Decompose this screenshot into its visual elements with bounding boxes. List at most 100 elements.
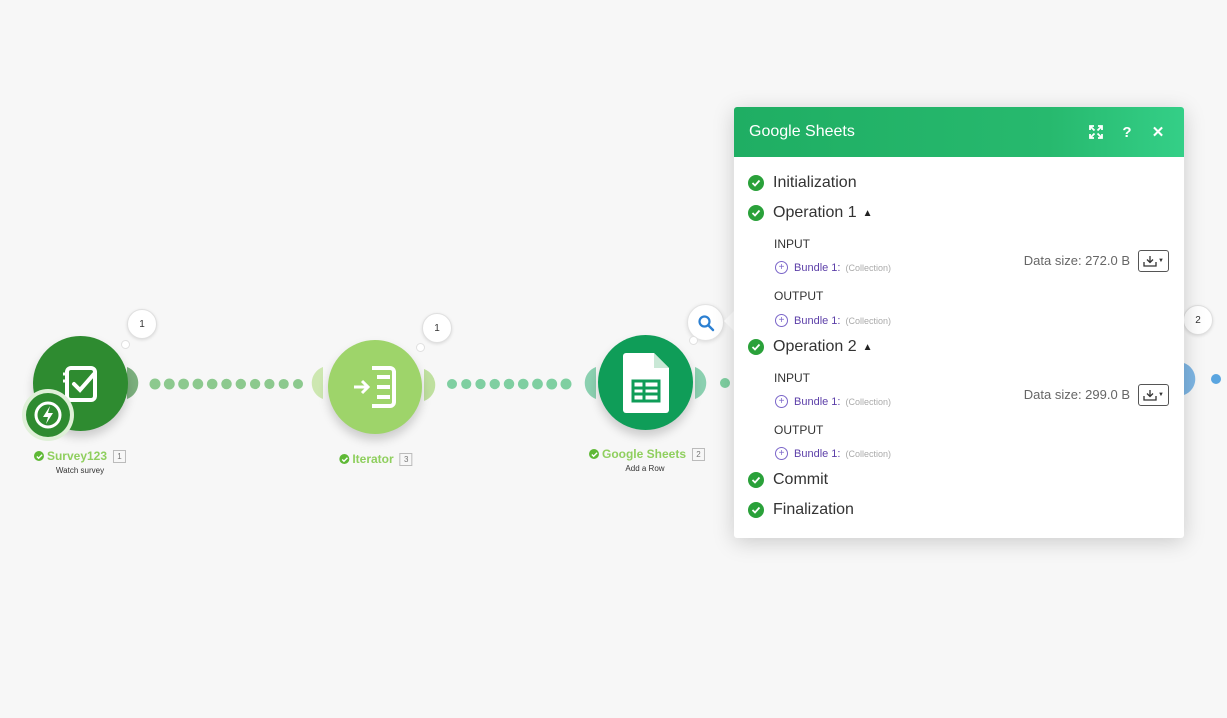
- caret-up-icon[interactable]: ▲: [863, 342, 873, 353]
- input-label: INPUT: [774, 371, 810, 385]
- next-op-count-badge[interactable]: 2: [1183, 305, 1213, 335]
- check-icon: [748, 472, 764, 488]
- close-icon[interactable]: ✕: [1147, 121, 1169, 143]
- finalization-label: Finalization: [773, 501, 854, 518]
- execution-inspector-panel: Google Sheets ? ✕ Initialization Operati…: [734, 107, 1184, 538]
- link-survey-iterator: [149, 378, 303, 390]
- status-ok-icon: [339, 454, 350, 464]
- expand-plus-icon[interactable]: +: [775, 314, 788, 327]
- operation-label: Operation 2: [773, 338, 857, 355]
- op-count: 1: [139, 318, 145, 330]
- expand-icon[interactable]: [1085, 121, 1107, 143]
- next-link-dot: [1211, 374, 1221, 384]
- sheets-output-ear: [695, 367, 707, 399]
- panel-header: Google Sheets ? ✕: [734, 107, 1184, 157]
- module-id: 2: [692, 447, 706, 461]
- operation-2-input-bundle[interactable]: + Bundle 1: (Collection): [775, 395, 891, 408]
- help-icon[interactable]: ?: [1116, 121, 1138, 143]
- expand-plus-icon[interactable]: +: [775, 447, 788, 460]
- link-dot: [149, 378, 161, 390]
- operation-1-download-button[interactable]: ▼: [1138, 250, 1169, 272]
- link-dot: [293, 379, 303, 389]
- status-ok-icon: [33, 451, 44, 461]
- survey-output-ear: [127, 367, 139, 399]
- link-dot: [532, 378, 543, 390]
- link-dot: [206, 378, 218, 390]
- operation-2-output-bundle[interactable]: + Bundle 1: (Collection): [775, 447, 891, 460]
- chevron-down-icon: ▼: [1158, 392, 1164, 398]
- google-sheets-module[interactable]: [598, 335, 693, 430]
- operation-2-download-button[interactable]: ▼: [1138, 384, 1169, 406]
- link-dot: [461, 378, 472, 390]
- iterator-op-count-badge[interactable]: 1: [422, 313, 452, 343]
- iterator-input-ear: [311, 367, 323, 399]
- link-dot: [221, 378, 232, 390]
- survey123-subtitle: Watch survey: [55, 466, 105, 475]
- operation-label: Operation 1: [773, 204, 857, 221]
- link-dot: [235, 378, 246, 390]
- iterator-label: Iterator 3: [339, 452, 413, 466]
- link-dot: [517, 378, 529, 390]
- bundle-name: Bundle 1:: [794, 395, 841, 408]
- commit-row: Commit: [748, 471, 828, 489]
- iterator-module[interactable]: [328, 340, 422, 434]
- link-dot: [264, 378, 275, 390]
- link-sheets-next: [720, 378, 730, 388]
- expand-plus-icon[interactable]: +: [775, 395, 788, 408]
- operation-2-row[interactable]: Operation 2 ▲: [748, 338, 873, 356]
- module-id: 1: [113, 449, 127, 463]
- badge-tail: [416, 343, 425, 352]
- module-id: 3: [399, 452, 413, 466]
- next-module-ear: [1184, 363, 1196, 395]
- check-icon: [748, 339, 764, 355]
- link-dot: [249, 378, 261, 390]
- op-count: 2: [1195, 314, 1201, 326]
- badge-tail: [689, 336, 698, 345]
- operation-1-input-bundle[interactable]: + Bundle 1: (Collection): [775, 261, 891, 274]
- initialization-row: Initialization: [748, 174, 857, 192]
- initialization-label: Initialization: [773, 174, 857, 191]
- bundle-type: (Collection): [845, 448, 891, 459]
- google-sheets-icon: [622, 352, 669, 413]
- survey-op-count-badge[interactable]: 1: [127, 309, 157, 339]
- finalization-row: Finalization: [748, 501, 854, 519]
- operation-1-row[interactable]: Operation 1 ▲: [748, 204, 873, 222]
- link-dot: [278, 378, 289, 390]
- link-dot: [192, 378, 204, 390]
- output-label: OUTPUT: [774, 423, 824, 437]
- link-dot: [163, 378, 175, 390]
- iterator-icon: [354, 366, 396, 408]
- module-name: Google Sheets: [601, 447, 687, 461]
- scenario-canvas[interactable]: 1 Survey123 1 Watch survey 1 Iterator 3: [0, 0, 1227, 718]
- bundle-type: (Collection): [845, 315, 891, 326]
- op-count: 1: [434, 322, 440, 334]
- link-dot: [503, 378, 515, 390]
- operation-2-data-size: Data size: 299.0 B: [1023, 387, 1130, 402]
- link-dot: [475, 378, 486, 390]
- search-icon: [697, 314, 714, 331]
- google-sheets-subtitle: Add a Row: [625, 464, 665, 473]
- link-dot: [447, 379, 457, 389]
- operation-1-output-bundle[interactable]: + Bundle 1: (Collection): [775, 314, 891, 327]
- download-icon: [1143, 256, 1157, 267]
- link-iterator-sheets: [447, 378, 572, 390]
- operation-1-data-size: Data size: 272.0 B: [1023, 253, 1130, 268]
- survey123-label: Survey123 1: [33, 449, 127, 463]
- caret-up-icon[interactable]: ▲: [863, 208, 873, 219]
- lightning-icon[interactable]: [26, 393, 70, 437]
- download-icon: [1143, 390, 1157, 401]
- badge-tail: [121, 340, 130, 349]
- input-label: INPUT: [774, 237, 810, 251]
- expand-plus-icon[interactable]: +: [775, 261, 788, 274]
- trigger-ring: [22, 389, 74, 441]
- sheets-input-ear: [584, 367, 596, 399]
- link-dot: [178, 378, 190, 390]
- bundle-name: Bundle 1:: [794, 314, 841, 327]
- link-dot: [546, 378, 558, 390]
- link-dot: [489, 378, 500, 390]
- module-name: Iterator: [352, 452, 394, 466]
- status-ok-icon: [588, 449, 599, 459]
- check-icon: [748, 205, 764, 221]
- bundle-name: Bundle 1:: [794, 447, 841, 460]
- google-sheets-label: Google Sheets 2: [588, 447, 706, 461]
